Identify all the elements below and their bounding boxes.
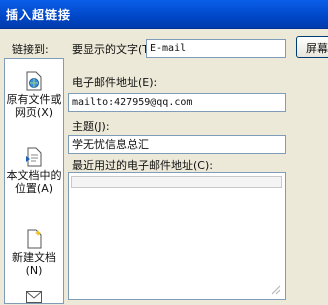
subject-label: 主题(J): bbox=[72, 120, 110, 133]
email-address-label: 电子邮件地址(E): bbox=[72, 76, 158, 89]
window-title: 插入超链接 bbox=[6, 8, 72, 22]
link-email-address[interactable] bbox=[5, 291, 63, 305]
title-bar[interactable]: 插入超链接 bbox=[0, 0, 328, 29]
link-new-document-label: 新建文档(N) bbox=[12, 251, 56, 277]
email-icon bbox=[26, 291, 42, 303]
new-document-icon bbox=[27, 229, 42, 249]
link-new-document[interactable]: 新建文档(N) bbox=[5, 229, 63, 277]
display-text-input[interactable]: E-mail bbox=[146, 39, 286, 58]
subject-input[interactable]: 学无忧信息总汇 bbox=[68, 135, 286, 154]
link-existing-file-or-web-page[interactable]: 原有文件或网页(X) bbox=[5, 71, 63, 119]
screen-tip-button[interactable]: 屏幕提示 bbox=[296, 36, 328, 58]
recent-addresses-list[interactable] bbox=[68, 172, 286, 300]
resize-grip-icon bbox=[271, 285, 281, 295]
link-existing-file-label: 原有文件或网页(X) bbox=[6, 93, 62, 119]
globe-file-icon bbox=[26, 71, 42, 91]
list-item[interactable] bbox=[71, 176, 282, 188]
display-text-label: 要显示的文字(T): bbox=[72, 43, 158, 56]
recent-addresses-label: 最近用过的电子邮件地址(C): bbox=[72, 159, 213, 172]
link-to-panel: 原有文件或网页(X) 本文档中的位置(A) 新建文档(N) bbox=[4, 58, 64, 304]
email-address-input[interactable]: mailto:427959@qq.com bbox=[68, 93, 286, 112]
link-place-in-document[interactable]: 本文档中的位置(A) bbox=[5, 147, 63, 195]
link-to-label: 链接到: bbox=[12, 43, 49, 56]
document-place-icon bbox=[26, 147, 42, 167]
link-place-in-document-label: 本文档中的位置(A) bbox=[6, 169, 62, 195]
